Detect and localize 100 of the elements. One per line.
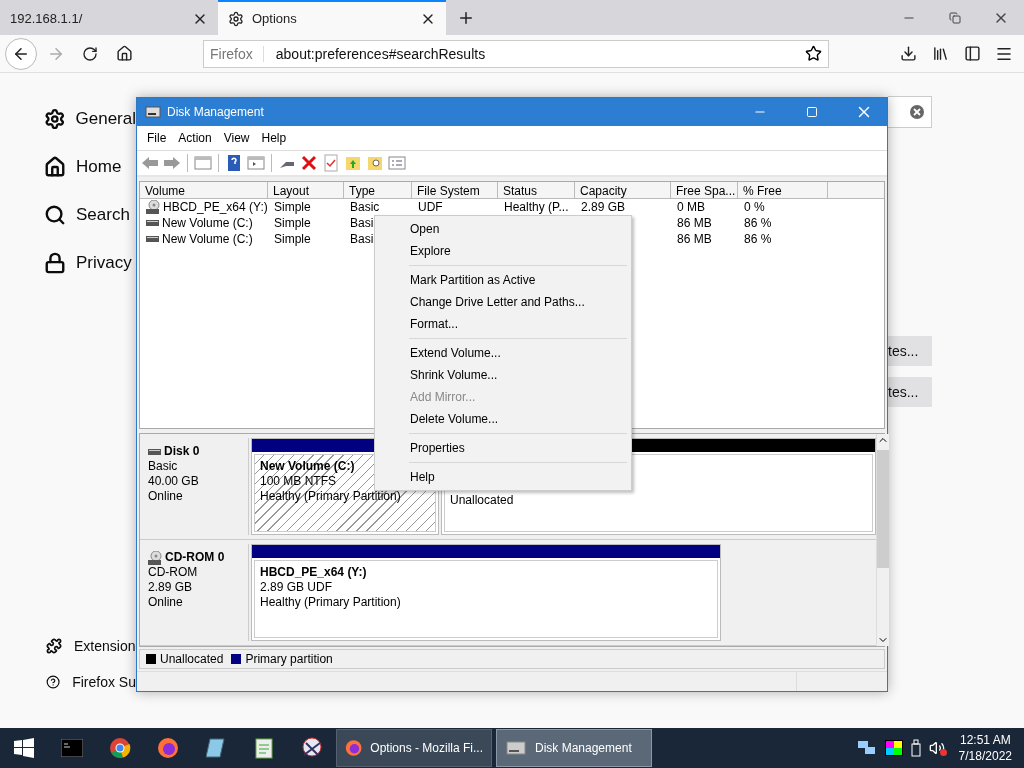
back-button[interactable] [5, 37, 37, 70]
category-item[interactable]: General [44, 95, 136, 143]
scroll-thumb[interactable] [877, 450, 889, 568]
lock-icon [44, 252, 66, 274]
table-cell: 86 MB [677, 216, 712, 230]
browser-tab[interactable]: 192.168.1.1/ [0, 0, 218, 35]
help-icon[interactable] [225, 154, 243, 172]
category-item[interactable]: Search [44, 191, 136, 239]
table-cell: Basi [350, 232, 374, 246]
forward-arrow-icon[interactable] [163, 154, 181, 172]
usb-drive-icon[interactable] [910, 739, 921, 757]
menu-item[interactable]: File [141, 131, 173, 145]
category-item[interactable]: Home [44, 143, 136, 191]
chrome-icon[interactable] [109, 737, 131, 759]
taskbar-button[interactable]: Disk Management [496, 729, 652, 767]
column-header[interactable]: Capacity [575, 182, 671, 199]
footer-link[interactable]: Extension [46, 628, 136, 664]
column-header[interactable]: File System [412, 182, 498, 199]
table-cell: Basi [350, 216, 374, 230]
table-cell: Simple [274, 232, 311, 246]
menu-item[interactable]: Change Drive Letter and Paths... [377, 291, 629, 313]
reload-icon[interactable] [82, 45, 98, 62]
color-icon[interactable] [884, 740, 903, 756]
menu-item[interactable]: Extend Volume... [377, 342, 629, 364]
table-cell: New Volume (C:) [162, 216, 253, 230]
drive-icon [146, 219, 159, 227]
table-cell: 0 MB [677, 200, 705, 214]
column-header[interactable]: Status [498, 182, 575, 199]
star-icon[interactable] [805, 45, 822, 62]
drive-icon [146, 235, 159, 243]
scrollbar[interactable] [876, 434, 889, 646]
menu-item[interactable]: Format... [377, 313, 629, 335]
column-header[interactable]: Free Spa... [671, 182, 738, 199]
menu-item[interactable]: View [217, 131, 256, 145]
gear-icon [228, 10, 244, 27]
table-cell: 86 MB [677, 232, 712, 246]
check-icon[interactable] [322, 154, 340, 172]
table-cell: 2.89 GB [581, 200, 626, 214]
column-header[interactable]: Layout [268, 182, 344, 199]
gear-icon [44, 108, 66, 130]
network-icon[interactable] [856, 740, 877, 756]
title-bar: Disk Management [137, 98, 887, 126]
menu-item[interactable]: Shrink Volume... [377, 364, 629, 386]
disk-drive-icon [145, 105, 161, 119]
table-cell: New Volume (C:) [162, 232, 253, 246]
menu-item[interactable]: Delete Volume... [377, 408, 629, 430]
search-field[interactable] [888, 96, 932, 128]
partition[interactable]: HBCD_PE_x64 (Y:) 2.89 GB UDF Healthy (Primary Partition) [251, 544, 721, 641]
disk-size: 40.00 GB [148, 474, 199, 489]
table-cell: HBCD_PE_x64 (Y:) [163, 200, 268, 214]
help-icon [46, 674, 61, 690]
footer-link[interactable]: Firefox Su [46, 664, 136, 700]
muted-speaker-icon[interactable] [928, 740, 945, 756]
category-item[interactable]: Privacy [44, 239, 136, 287]
disk-type: Basic [148, 459, 178, 474]
clear-icon[interactable] [909, 104, 925, 120]
library-icon[interactable] [931, 45, 949, 62]
maximize-icon[interactable] [806, 106, 818, 118]
restore-icon[interactable] [949, 11, 961, 24]
disk-size: 2.89 GB [148, 580, 193, 595]
table-cell: 86 % [744, 232, 772, 246]
terminal-icon[interactable] [61, 739, 83, 757]
menu-item[interactable]: Mark Partition as Active [377, 269, 629, 291]
column-header[interactable]: Type [344, 182, 412, 199]
partition-status: Healthy (Primary Partition) [260, 595, 401, 610]
folder-up-icon[interactable] [344, 154, 362, 172]
home-icon[interactable] [115, 45, 133, 62]
sidebar-icon[interactable] [963, 45, 981, 62]
browser-tab[interactable]: Options [218, 0, 446, 35]
menu-item[interactable]: Explore [377, 240, 629, 262]
windows-icon[interactable] [14, 738, 34, 758]
column-header[interactable]: Volume [140, 182, 268, 199]
table-cell: Healthy (P... [504, 200, 569, 214]
legend-label: Unallocated [160, 652, 224, 666]
table-cell: UDF [418, 200, 443, 214]
taskbar-button[interactable]: Options - Mozilla Fi... [336, 729, 492, 767]
column-header[interactable]: % Free [738, 182, 828, 199]
folder-search-icon[interactable] [366, 154, 384, 172]
search-icon [44, 204, 66, 226]
disk-drive-icon [505, 738, 527, 758]
notepad-plus-icon[interactable] [254, 737, 274, 759]
menu-item[interactable]: Open [377, 218, 629, 240]
delete-icon[interactable] [300, 154, 318, 172]
fox-globe-icon[interactable] [157, 737, 179, 759]
partition-detail: 2.89 GB UDF [260, 580, 333, 595]
disk-state: Online [148, 595, 183, 610]
settings-button[interactable]: tes... [888, 377, 932, 407]
clock[interactable]: 12:51 AM 7/18/2022 [958, 732, 1012, 764]
cd-drive-icon [146, 200, 160, 214]
address-bar[interactable]: Firefox about:preferences#searchResults [203, 39, 829, 68]
table-cell: 0 % [744, 200, 765, 214]
menu-item[interactable]: Help [255, 131, 293, 145]
table-cell: 86 % [744, 216, 772, 230]
home-icon [44, 156, 66, 178]
settings-button[interactable]: tes... [888, 336, 932, 366]
download-icon[interactable] [899, 45, 917, 62]
menu-item[interactable]: Action [172, 131, 218, 145]
table-cell: Simple [274, 200, 311, 214]
disk-name: Disk 0 [164, 444, 200, 459]
legend-label: Primary partition [245, 652, 333, 666]
